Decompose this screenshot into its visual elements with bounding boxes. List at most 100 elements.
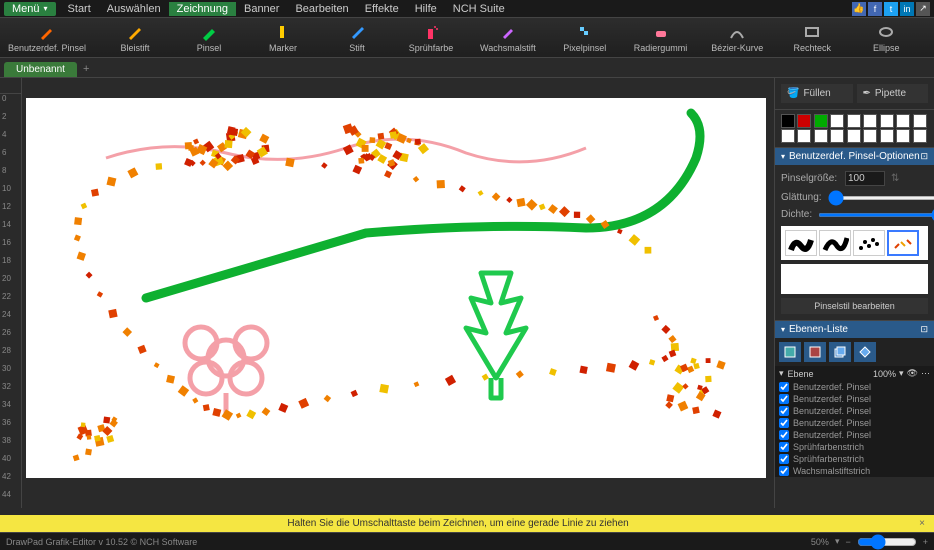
dropdown-icon[interactable]: ▾ [899,368,904,379]
tool-brush[interactable]: Pinsel [184,23,234,53]
color-swatch[interactable] [847,114,861,128]
brush-preset-1[interactable] [785,230,817,256]
density-slider[interactable] [818,213,934,217]
menu-edit[interactable]: Bearbeiten [287,2,356,16]
pipette-tool[interactable]: ✒ Pipette [857,84,929,103]
layer-dup-button[interactable] [829,342,851,362]
color-swatch[interactable] [913,114,927,128]
layer-header-row: ▾ Ebene 100% ▾ 👁 ⋯ [775,366,934,381]
color-swatch[interactable] [781,114,795,128]
layer-item[interactable]: Sprühfarbenstrich [775,453,934,465]
layer-list: Benutzerdef. PinselBenutzerdef. PinselBe… [775,381,934,477]
edit-brush-button[interactable]: Pinselstil bearbeiten [781,298,928,314]
smooth-slider[interactable] [828,196,934,200]
menubar: Menü Start Auswählen Zeichnung Banner Be… [0,0,934,18]
hint-close-button[interactable]: × [913,518,931,529]
brush-panel-header[interactable]: Benutzerdef. Pinsel-Optionen ⊡ [775,148,934,165]
brush-size-input[interactable] [845,171,885,186]
brush-preview-row [781,226,928,260]
color-swatch[interactable] [880,114,894,128]
fill-tool[interactable]: 🪣 Füllen [781,84,853,103]
layers-panel-header[interactable]: Ebenen-Liste ⊡ [775,321,934,338]
linkedin-icon[interactable]: in [900,2,914,16]
tab-document[interactable]: Unbenannt [4,62,77,77]
layer-visibility-checkbox[interactable] [779,442,789,452]
brush-preset-4[interactable] [887,230,919,256]
tool-marker[interactable]: Marker [258,23,308,53]
menu-start[interactable]: Start [60,2,99,16]
facebook-icon[interactable]: f [868,2,882,16]
brush-preset-3[interactable] [853,230,885,256]
tool-spray[interactable]: Sprühfarbe [406,23,456,53]
menu-drawing[interactable]: Zeichnung [169,2,236,16]
layer-visibility-checkbox[interactable] [779,418,789,428]
twitter-icon[interactable]: t [884,2,898,16]
menu-banner[interactable]: Banner [236,2,287,16]
canvas-container[interactable] [22,94,774,508]
menu-help[interactable]: Hilfe [407,2,445,16]
layer-visibility-checkbox[interactable] [779,430,789,440]
color-swatch[interactable] [913,129,927,143]
color-swatch[interactable] [797,129,811,143]
layer-item[interactable]: Benutzerdef. Pinsel [775,417,934,429]
layer-item[interactable]: Wachsmalstiftstrich [775,465,934,477]
color-swatch[interactable] [814,114,828,128]
layer-visibility-checkbox[interactable] [779,466,789,476]
color-swatch[interactable] [880,129,894,143]
tool-custom-brush[interactable]: Benutzerdef. Pinsel [8,23,86,53]
layer-visibility-checkbox[interactable] [779,406,789,416]
tool-bezier[interactable]: Bézier-Kurve [711,23,763,53]
layer-item[interactable]: Sprühfarbenstrich [775,441,934,453]
chevron-down-icon[interactable]: ▾ [779,368,784,379]
tool-rect[interactable]: Rechteck [787,23,837,53]
menu-nch[interactable]: NCH Suite [445,2,513,16]
tool-pen[interactable]: Stift [332,23,382,53]
tool-pixel[interactable]: Pixelpinsel [560,23,610,53]
ellipse-icon [877,23,895,41]
zoom-in-button[interactable]: + [923,537,928,547]
visibility-icon[interactable]: 👁 [907,368,918,379]
layer-add-button[interactable] [779,342,801,362]
panel-collapse-icon[interactable]: ⊡ [920,324,928,335]
color-swatch[interactable] [797,114,811,128]
layer-item[interactable]: Benutzerdef. Pinsel [775,393,934,405]
layer-item[interactable]: Benutzerdef. Pinsel [775,429,934,441]
menu-effects[interactable]: Effekte [357,2,407,16]
color-swatch[interactable] [830,114,844,128]
menu-select[interactable]: Auswählen [99,2,169,16]
layer-more-button[interactable] [854,342,876,362]
color-swatch[interactable] [781,129,795,143]
layer-visibility-checkbox[interactable] [779,394,789,404]
color-swatch[interactable] [830,129,844,143]
thumb-icon[interactable]: 👍 [852,2,866,16]
pen-icon [348,23,366,41]
tool-eraser[interactable]: Radiergummi [634,23,688,53]
color-swatch[interactable] [896,129,910,143]
panel-collapse-icon[interactable]: ⊡ [920,151,928,162]
tool-crayon[interactable]: Wachsmalstift [480,23,536,53]
brush-preset-2[interactable] [819,230,851,256]
color-swatch[interactable] [863,114,877,128]
stepper-icon[interactable]: ⇅ [891,173,899,184]
color-swatch[interactable] [814,129,828,143]
zoom-dropdown-icon[interactable]: ▾ [835,536,840,547]
rect-icon [803,23,821,41]
layer-delete-button[interactable] [804,342,826,362]
more-icon[interactable]: ⋯ [921,368,930,379]
tab-add-button[interactable]: + [77,61,95,77]
ruler-vertical: 0246810121416182022242628303234363840424… [0,94,22,508]
color-swatch[interactable] [863,129,877,143]
canvas[interactable] [26,98,766,478]
zoom-slider[interactable] [857,534,917,550]
share-icon[interactable]: ↗ [916,2,930,16]
menu-button[interactable]: Menü [4,2,56,16]
layer-visibility-checkbox[interactable] [779,382,789,392]
tool-ellipse[interactable]: Ellipse [861,23,911,53]
color-swatch[interactable] [896,114,910,128]
layer-item[interactable]: Benutzerdef. Pinsel [775,405,934,417]
tool-pencil[interactable]: Bleistift [110,23,160,53]
layer-visibility-checkbox[interactable] [779,454,789,464]
color-swatch[interactable] [847,129,861,143]
zoom-out-button[interactable]: − [845,537,850,547]
layer-item[interactable]: Benutzerdef. Pinsel [775,381,934,393]
